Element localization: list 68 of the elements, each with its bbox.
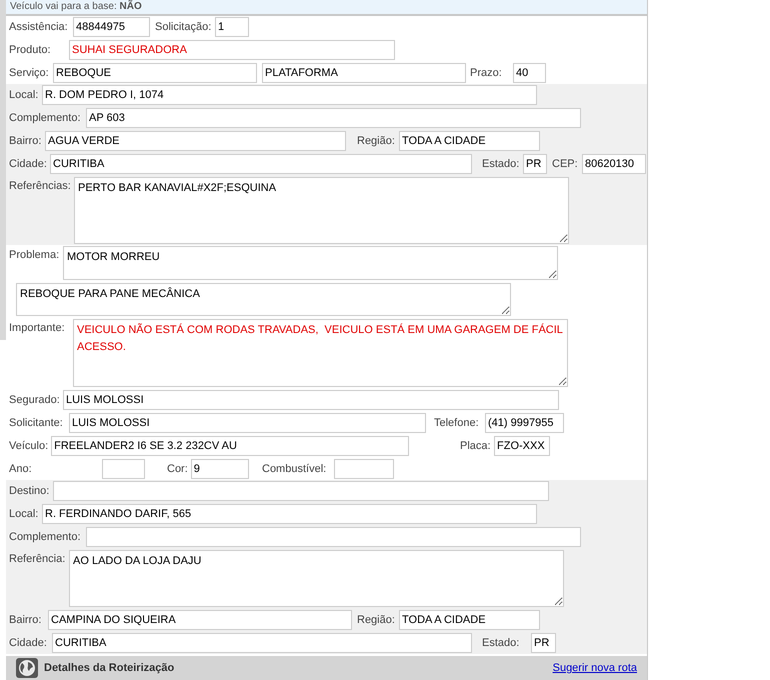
text-field[interactable]: PLATAFORMA [262,63,466,83]
field-label: Placa: [460,439,492,454]
text-area[interactable]: MOTOR MORREU [63,246,558,280]
text-field[interactable]: CURITIBA [52,633,472,653]
text-field[interactable]: PR [523,154,547,174]
text-field[interactable]: PR [531,633,556,653]
field-label: Serviço: [9,66,50,82]
field-label: Segurado: [9,393,61,408]
text-field[interactable]: R. DOM PEDRO I, 1074 [42,85,537,105]
field-label: Ano: [9,462,33,478]
field-label: Referências: [9,179,72,194]
text-field[interactable]: REBOQUE [53,63,257,83]
text-field[interactable]: FZO-XXX [494,436,550,456]
text-field[interactable]: LUIS MOLOSSI [69,413,426,433]
text-field[interactable]: (41) 9997955 [485,413,564,433]
field-label: Região: [357,613,396,628]
text-area[interactable]: REBOQUE PARA PANE MECÂNICA [16,283,511,316]
field-label: Estado: [482,636,520,652]
field-label: Solicitante: [9,416,64,432]
field-label: Complemento: [9,111,82,126]
field-label: Destino: [9,484,50,500]
field-label: Produto: [9,43,52,58]
field-label: Assistência: [9,20,69,36]
text-field[interactable]: AGUA VERDE [45,131,346,151]
text-field[interactable] [86,527,581,547]
field-label: Complemento: [9,530,82,546]
field-label: Solicitação: [155,20,212,36]
text-field[interactable] [102,459,145,479]
banner-text: Veículo vai para a base: NÃO [9,0,142,14]
text-field[interactable]: 1 [215,17,249,37]
text-field[interactable] [334,459,394,479]
text-field[interactable]: SUHAI SEGURADORA [69,40,395,60]
text-field[interactable]: AP 603 [86,108,581,128]
field-label: Importante: [9,321,66,336]
field-label: Estado: [482,157,520,172]
text-field[interactable]: 9 [190,459,249,479]
field-label: Veículo: [9,439,50,454]
text-field[interactable]: 40 [513,63,546,83]
text-field[interactable]: FREELANDER2 I6 SE 3.2 232CV AU [51,436,409,456]
globe-icon [16,658,38,678]
suggest-route-link[interactable]: Sugerir nova rota [552,660,637,676]
text-field[interactable]: 80620130 [582,154,646,174]
field-label: Cidade: [9,636,48,652]
text-area[interactable]: AO LADO DA LOJA DAJU [69,550,564,607]
field-label: Telefone: [434,416,480,432]
field-label: Cor: [167,462,189,478]
text-field[interactable]: CAMPINA DO SIQUEIRA [48,610,352,630]
text-field[interactable]: LUIS MOLOSSI [63,390,559,410]
text-area[interactable]: VEICULO NÃO ESTÁ COM RODAS TRAVADAS, VEICULO ESTÁ EM UMA GARAGEM DE FÁCIL ACESSO. [73,319,568,387]
field-label: Cidade: [9,157,48,172]
text-field[interactable]: 48844975 [73,17,150,37]
field-label: Prazo: [470,66,503,82]
field-label: Problema: [9,248,60,263]
text-area[interactable]: PERTO BAR KANAVIAL#X2F;ESQUINA [74,177,569,244]
field-label: Local: [9,88,40,104]
field-label: Referência: [9,552,66,567]
field-label: Local: [9,507,40,522]
field-label: Bairro: [9,134,42,150]
field-label: Bairro: [9,613,42,628]
text-field[interactable]: TODA A CIDADE [399,610,540,630]
text-field[interactable]: CURITIBA [50,154,472,174]
text-field[interactable]: R. FERDINANDO DARIF, 565 [42,504,537,524]
section-title: Detalhes da Roteirização [44,660,174,676]
text-field[interactable]: TODA A CIDADE [399,131,540,151]
text-field[interactable] [53,481,549,501]
field-label: CEP: [552,157,579,172]
field-label: Região: [357,134,396,150]
field-label: Combustível: [262,462,328,478]
